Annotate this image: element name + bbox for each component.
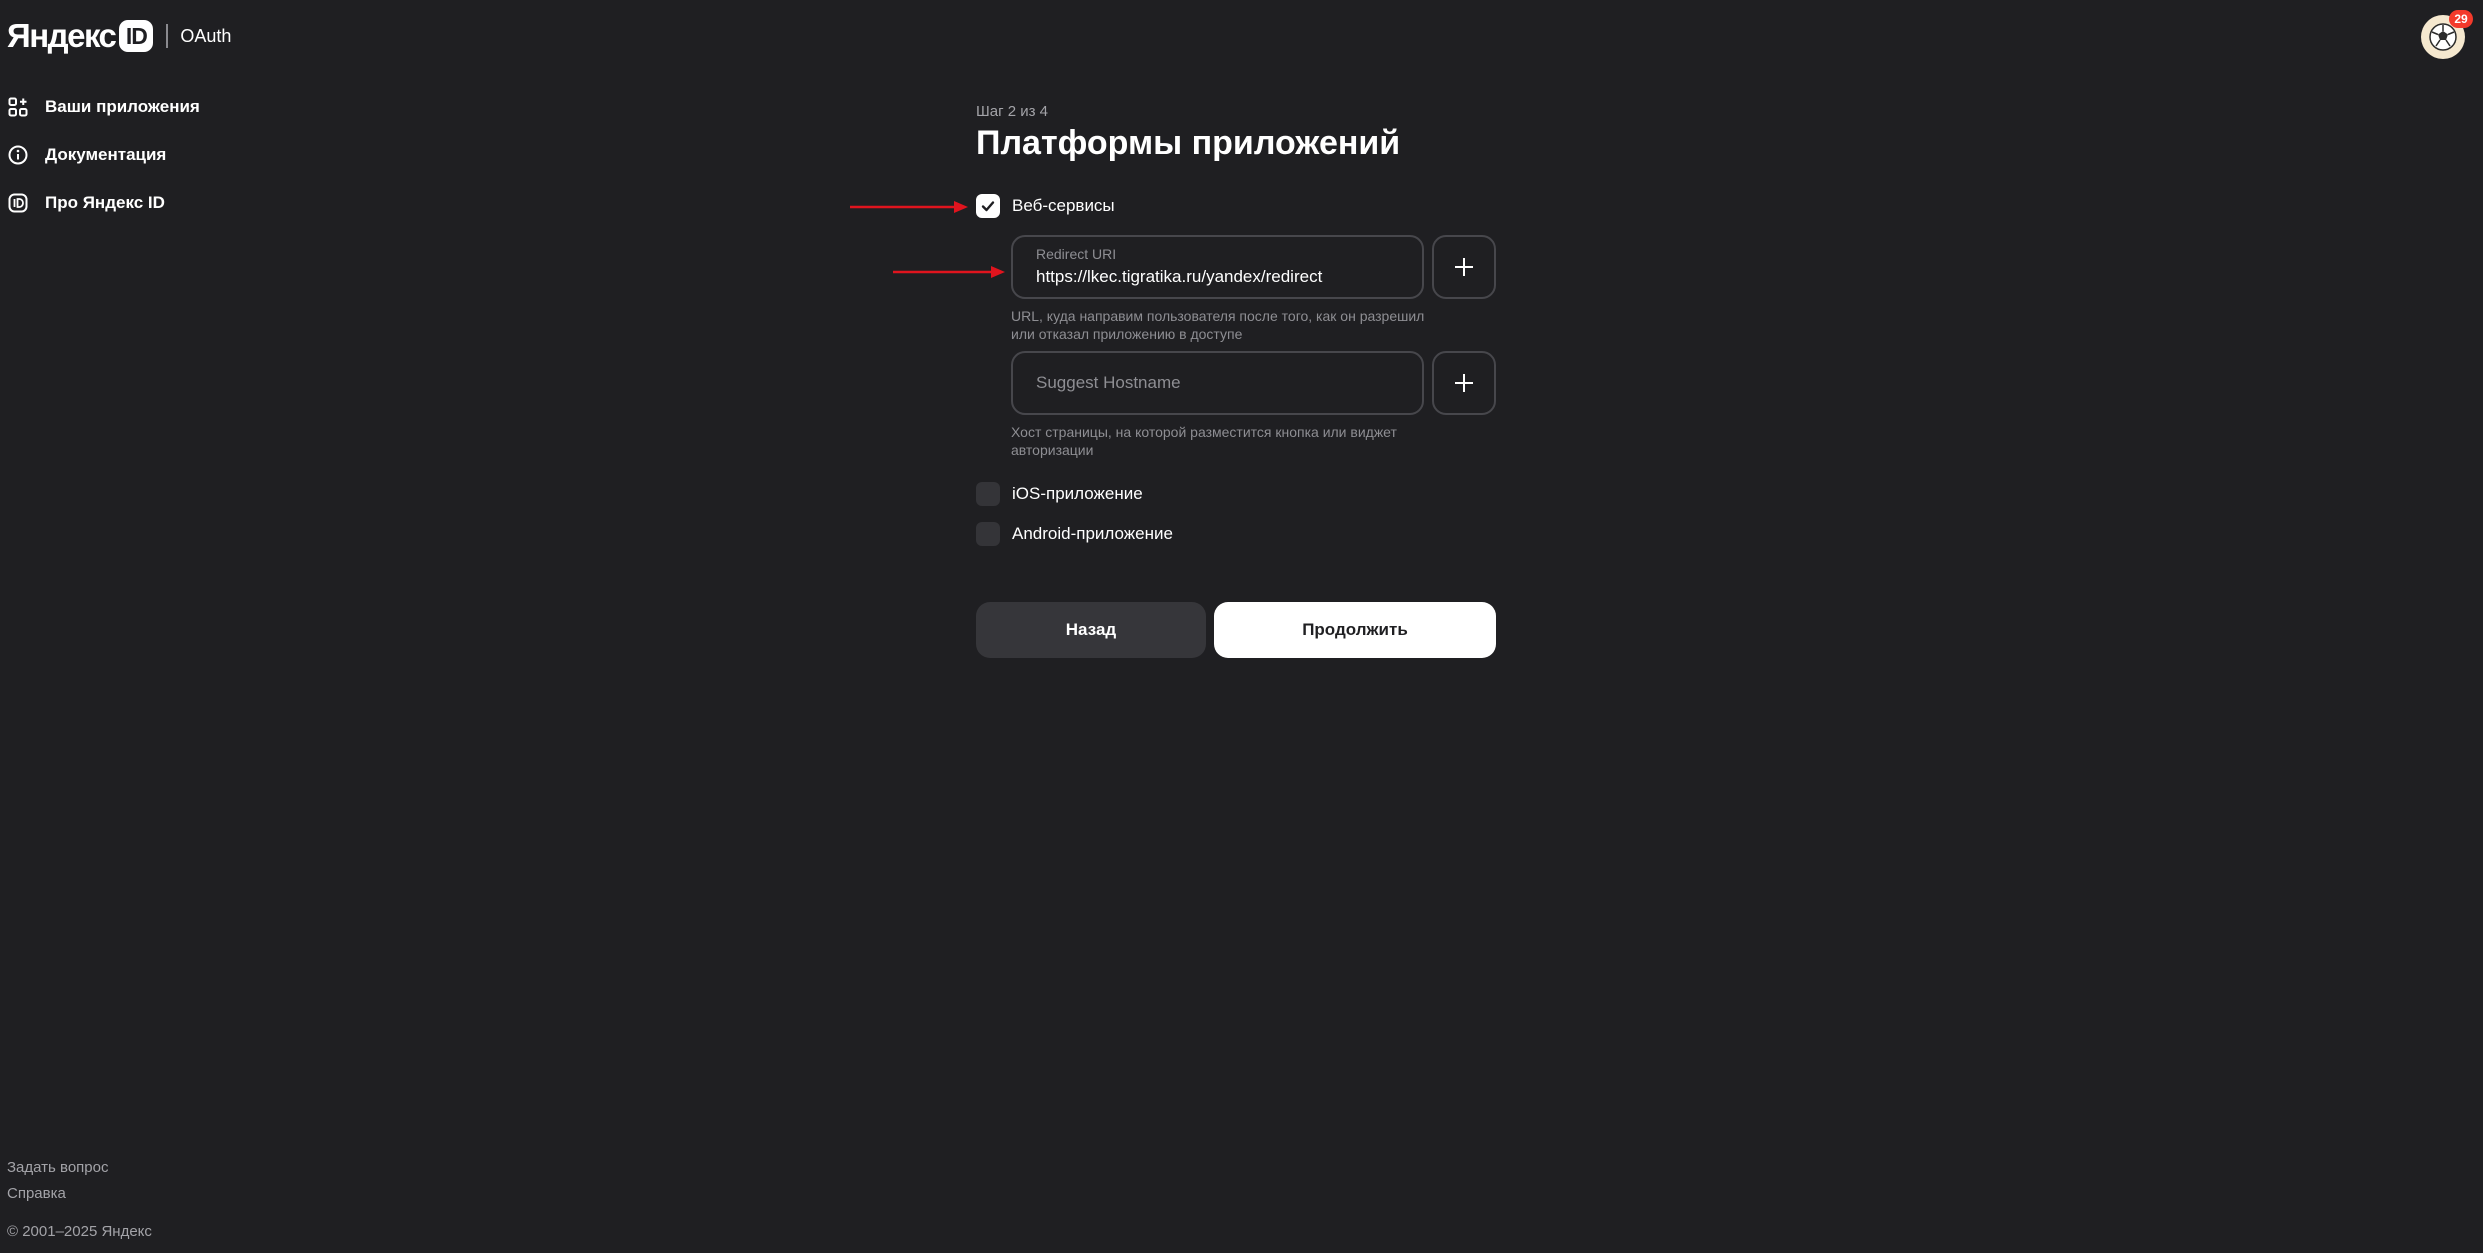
yandex-id-logo[interactable]: Яндекс ID OAuth [7, 18, 231, 54]
sidebar-nav: Ваши приложения Документация Про Яндекс … [7, 83, 200, 227]
checkbox-unchecked[interactable] [976, 482, 1000, 506]
info-icon [7, 144, 29, 166]
plus-icon [1455, 374, 1473, 392]
logo-text: Яндекс [7, 17, 117, 54]
add-hostname-button[interactable] [1432, 351, 1496, 415]
plus-icon [1455, 258, 1473, 276]
sidebar-item-label: Про Яндекс ID [45, 193, 165, 212]
checkbox-checked[interactable] [976, 194, 1000, 218]
checkbox-label: Android-приложение [1012, 524, 1173, 543]
footer-links: Задать вопрос Справка [7, 1155, 108, 1207]
annotation-arrow-icon [850, 201, 968, 213]
redirect-uri-field[interactable]: Redirect URI https://lkec.tigratika.ru/y… [1011, 235, 1424, 299]
copyright: © 2001–2025 Яндекс [7, 1223, 152, 1240]
service-name: OAuth [180, 25, 232, 46]
check-icon [981, 201, 995, 212]
notification-badge: 29 [2449, 10, 2473, 28]
ask-question-link[interactable]: Задать вопрос [7, 1155, 108, 1181]
logo-id-badge: ID [119, 20, 154, 52]
web-services-checkbox[interactable]: Веб-сервисы [976, 194, 1115, 218]
continue-button[interactable]: Продолжить [1214, 602, 1496, 658]
sidebar-item-label: Документация [45, 145, 167, 164]
android-app-checkbox[interactable]: Android-приложение [976, 522, 1173, 546]
apps-grid-icon [7, 96, 29, 118]
redirect-uri-hint: URL, куда направим пользователя после то… [1011, 308, 1425, 342]
sidebar-item-label: Ваши приложения [45, 97, 200, 116]
logo-separator [166, 24, 169, 48]
id-icon [7, 192, 29, 214]
ios-app-checkbox[interactable]: iOS-приложение [976, 482, 1143, 506]
back-button[interactable]: Назад [976, 602, 1206, 658]
step-indicator: Шаг 2 из 4 [976, 103, 1049, 120]
sidebar-item-documentation[interactable]: Документация [7, 131, 200, 179]
checkbox-label: Веб-сервисы [1012, 196, 1115, 215]
page-title: Платформы приложений [976, 124, 1401, 162]
help-link[interactable]: Справка [7, 1181, 108, 1207]
sidebar-item-your-apps[interactable]: Ваши приложения [7, 83, 200, 131]
checkbox-unchecked[interactable] [976, 522, 1000, 546]
suggest-hostname-field[interactable]: Suggest Hostname [1011, 351, 1424, 415]
sidebar-item-about-yandex-id[interactable]: Про Яндекс ID [7, 179, 200, 227]
add-redirect-uri-button[interactable] [1432, 235, 1496, 299]
redirect-uri-label: Redirect URI [1036, 246, 1117, 262]
redirect-uri-value[interactable]: https://lkec.tigratika.ru/yandex/redirec… [1036, 267, 1322, 287]
suggest-hostname-placeholder: Suggest Hostname [1036, 373, 1181, 392]
annotation-arrow-icon [893, 266, 1005, 278]
suggest-hostname-hint: Хост страницы, на которой разместится кн… [1011, 424, 1397, 458]
checkbox-label: iOS-приложение [1012, 484, 1143, 503]
